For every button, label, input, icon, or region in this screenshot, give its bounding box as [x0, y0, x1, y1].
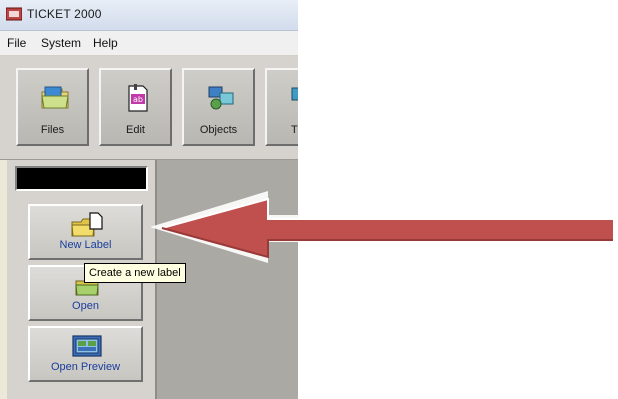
annotation-arrow-icon — [150, 191, 618, 263]
